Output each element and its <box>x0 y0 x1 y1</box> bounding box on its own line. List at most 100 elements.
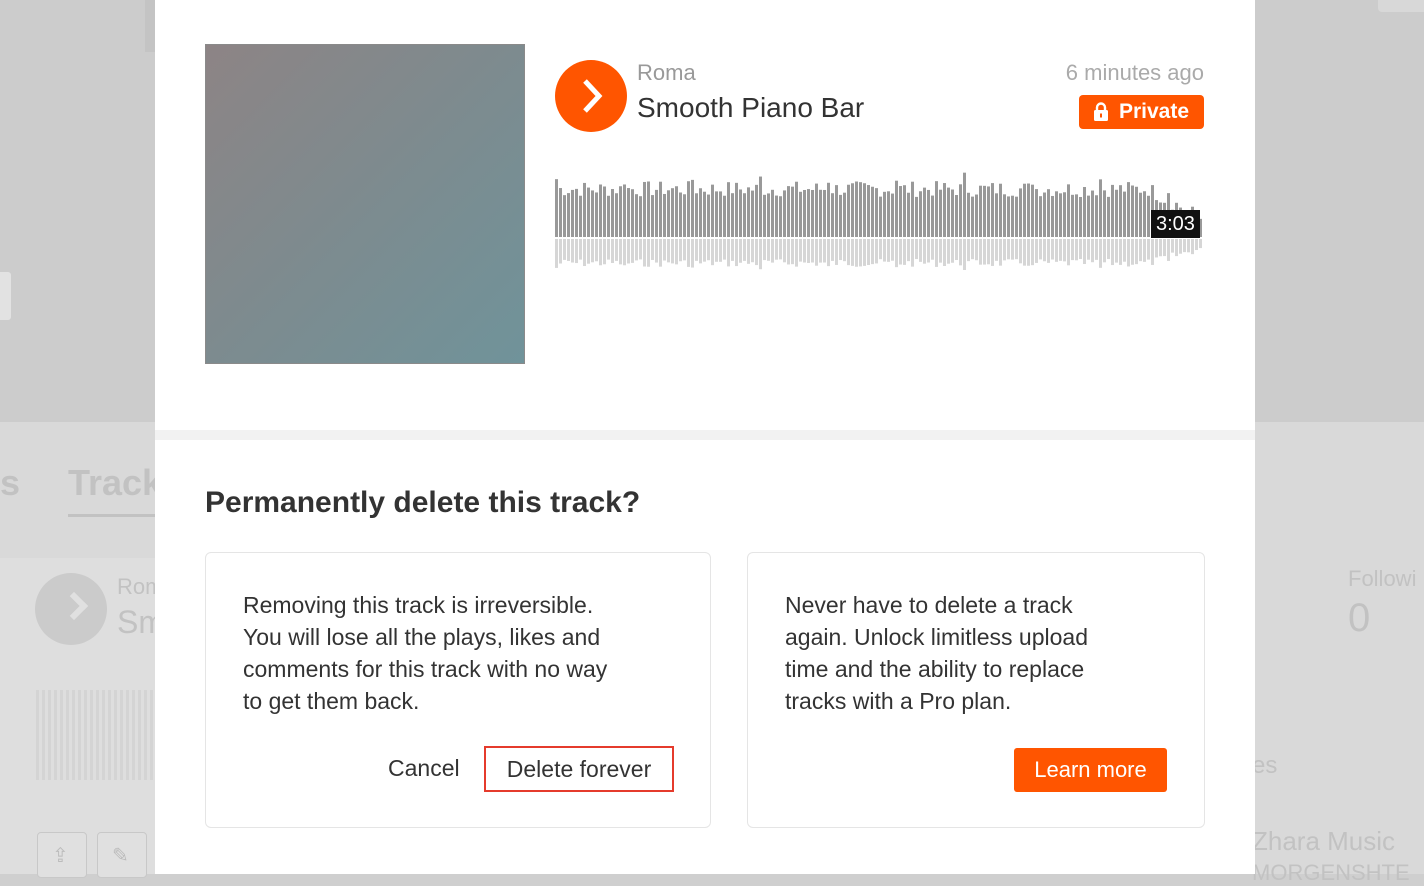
waveform-bar <box>791 186 794 237</box>
waveform-reflection-bar <box>827 239 830 267</box>
lock-icon <box>1093 102 1108 121</box>
waveform-reflection-bar <box>1015 239 1018 260</box>
play-icon <box>583 79 603 113</box>
waveform-reflection-bar <box>611 239 614 263</box>
waveform-bar <box>1039 196 1042 237</box>
waveform-bar <box>851 183 854 237</box>
waveform-reflection-bar <box>903 239 906 265</box>
track-artist[interactable]: Roma <box>637 60 696 86</box>
waveform-reflection-bar <box>699 239 702 264</box>
waveform-reflection-bar <box>899 239 902 265</box>
background-corner-box <box>1378 0 1424 12</box>
waveform-bar <box>1071 194 1074 237</box>
waveform-reflection-bar <box>759 239 762 270</box>
waveform-bar <box>747 187 750 237</box>
waveform-bar <box>571 189 574 237</box>
track-duration: 3:03 <box>1151 210 1200 238</box>
waveform-bar <box>1111 184 1114 237</box>
waveform-bar <box>831 193 834 237</box>
waveform-reflection-bar <box>1047 239 1050 263</box>
waveform-reflection-bar <box>831 239 834 261</box>
waveform-bar <box>611 189 614 237</box>
waveform-bar <box>1099 179 1102 237</box>
waveform-bar <box>1075 194 1078 237</box>
waveform-bar <box>951 189 954 237</box>
waveform-reflection-bar <box>1191 239 1194 255</box>
waveform-reflection-bar <box>747 239 750 264</box>
waveform-bar <box>1079 196 1082 237</box>
waveform-reflection-bar <box>1099 239 1102 268</box>
learn-more-button[interactable]: Learn more <box>1014 748 1167 792</box>
waveform-reflection-bar <box>627 239 630 264</box>
waveform-reflection-bar <box>1051 239 1054 260</box>
play-button[interactable] <box>555 60 627 132</box>
waveform-reflection-bar <box>1175 239 1178 257</box>
waveform-bar <box>683 194 686 237</box>
waveform-bar <box>583 182 586 237</box>
waveform-reflection-bar <box>603 239 606 265</box>
waveform-reflection-bar <box>607 239 610 260</box>
waveform-bar <box>651 195 654 237</box>
waveform-reflection-bar <box>1071 239 1074 261</box>
waveform-reflection-bar <box>1023 239 1026 266</box>
waveform-reflection-bar <box>675 239 678 265</box>
waveform-reflection-bar <box>983 239 986 265</box>
waveform-reflection-bar <box>1083 239 1086 264</box>
waveform-reflection-bar <box>1055 239 1058 262</box>
waveform-bar <box>983 185 986 237</box>
waveform[interactable] <box>555 165 1205 270</box>
waveform-reflection-bar <box>943 239 946 266</box>
waveform-reflection-bar <box>1183 239 1186 253</box>
waveform-reflection-bar <box>1011 239 1014 260</box>
waveform-bar <box>555 179 558 237</box>
waveform-reflection-bar <box>795 239 798 267</box>
waveform-reflection-bar <box>907 239 910 262</box>
waveform-bar <box>827 182 830 237</box>
waveform-bar <box>1087 195 1090 237</box>
waveform-bar <box>815 183 818 237</box>
waveform-reflection-bar <box>959 239 962 266</box>
waveform-bar <box>907 192 910 237</box>
waveform-bar <box>839 194 842 237</box>
waveform-bar <box>1107 196 1110 237</box>
waveform-bar <box>559 188 562 237</box>
waveform-reflection-bar <box>915 239 918 260</box>
waveform-reflection-bar <box>1135 239 1138 265</box>
waveform-reflection-bar <box>803 239 806 263</box>
waveform-bar <box>807 189 810 237</box>
waveform-bar <box>1047 189 1050 237</box>
background-tab-underline <box>68 514 158 517</box>
waveform-reflection-bar <box>1187 239 1190 253</box>
waveform-bar <box>767 193 770 237</box>
waveform-reflection-bar <box>1103 239 1106 263</box>
track-title[interactable]: Smooth Piano Bar <box>637 92 864 124</box>
waveform-bar <box>739 189 742 237</box>
waveform-bar <box>771 189 774 237</box>
waveform-bar <box>663 193 666 237</box>
waveform-bar <box>703 191 706 237</box>
waveform-reflection-bar <box>883 239 886 262</box>
waveform-reflection-bar <box>1159 239 1162 257</box>
waveform-reflection-bar <box>815 239 818 266</box>
waveform-reflection-bar <box>851 239 854 266</box>
waveform-reflection-bar <box>779 239 782 260</box>
delete-forever-button[interactable]: Delete forever <box>484 746 674 792</box>
waveform-bar <box>1143 191 1146 237</box>
waveform-reflection-bar <box>935 239 938 267</box>
cancel-button[interactable]: Cancel <box>388 755 460 782</box>
waveform-reflection-bar <box>999 239 1002 266</box>
waveform-bar <box>723 195 726 237</box>
waveform-reflection-bar <box>711 239 714 266</box>
background-followers-label: Followi <box>1348 566 1417 591</box>
waveform-reflection-bar <box>619 239 622 265</box>
waveform-reflection-bar <box>1147 239 1150 260</box>
waveform-bar <box>715 191 718 237</box>
pro-upsell-card: Never have to delete a track again. Unlo… <box>747 552 1205 828</box>
waveform-bar <box>819 189 822 237</box>
waveform-bar <box>883 191 886 237</box>
pro-upsell-text: Never have to delete a track again. Unlo… <box>785 592 1088 714</box>
waveform-bar <box>707 194 710 237</box>
waveform-reflection-bar <box>819 239 822 263</box>
waveform-reflection-bar <box>971 239 974 260</box>
waveform-bar <box>963 172 966 237</box>
